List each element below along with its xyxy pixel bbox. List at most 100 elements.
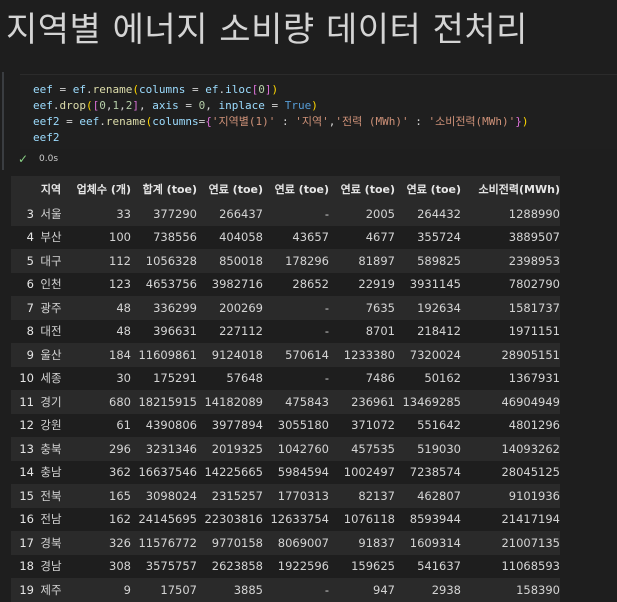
table-row: 16 전남 162 24145695 22303816 12633754 1076118 85… (11, 507, 560, 531)
value-cell: 21417194 (501, 512, 560, 527)
table-row: 5 대구 112 1056328 850018 178296 81897 589825 2398… (11, 249, 560, 273)
region-cell: 충남 (40, 465, 62, 480)
row-index: 15 (11, 484, 34, 508)
value-cell: 159625 (351, 559, 395, 574)
value-cell: 8701 (365, 324, 395, 339)
value-cell: 8593944 (409, 512, 461, 527)
table-row: 9 울산 184 11609861 9124018 570614 1233380 732002… (11, 343, 560, 367)
row-index: 3 (11, 202, 34, 226)
value-cell: 61 (116, 418, 131, 433)
column-header: 연료 (toe) (395, 176, 461, 202)
value-cell: 24145695 (138, 512, 197, 527)
table-row: 11 경기 680 18215915 14182089 475843 236961 13469… (11, 390, 560, 414)
value-cell: 3889507 (508, 230, 560, 245)
value-cell: 100 (109, 230, 131, 245)
value-cell: 91837 (329, 531, 395, 555)
value-cell: 2398953 (461, 249, 560, 273)
value-cell: 184 (68, 343, 131, 367)
value-cell: 14093262 (461, 437, 560, 461)
value-cell: 947 (329, 578, 395, 602)
value-cell: 7486 (365, 371, 395, 386)
value-cell: 3982716 (211, 277, 263, 292)
value-cell: 308 (109, 559, 131, 574)
value-cell: 18215915 (131, 390, 197, 414)
value-cell: 218412 (417, 324, 461, 339)
column-header: 연료 (toe) (329, 176, 395, 202)
value-cell: 1922596 (277, 559, 329, 574)
row-index: 16 (11, 507, 34, 531)
dataframe-output: 지역 업체수 (개) 합계 (toe) 연료 (toe) 연료 (toe) 연료… (11, 176, 560, 602)
value-cell: 8069007 (263, 531, 329, 555)
value-cell: 2623858 (211, 559, 263, 574)
region-cell: 대전 (40, 324, 62, 339)
value-cell: 3231346 (131, 437, 197, 461)
value-cell: 158390 (461, 578, 560, 602)
value-cell: 17507 (131, 578, 197, 602)
value-cell: 57648 (226, 371, 263, 386)
table-row: 14 충남 362 16637546 14225665 5984594 1002497 723… (11, 460, 560, 484)
code-line-2[interactable]: eef.drop([0,1,2], axis = 0, inplace = Tr… (33, 98, 318, 114)
value-cell: 4653756 (145, 277, 197, 292)
code-line-4[interactable]: eef2 (33, 130, 60, 146)
row-index: 9 (11, 343, 34, 367)
row-index: 11 (11, 390, 34, 414)
region-cell: 제주 (34, 578, 68, 602)
value-cell: 462807 (395, 484, 461, 508)
table-row: 13 충북 296 3231346 2019325 1042760 457535 519030… (11, 437, 560, 461)
region-cell: 대구 (34, 249, 68, 273)
value-cell: 1076118 (343, 512, 395, 527)
table-row: 3 서울 33 377290 266437-2005 264432 1288990 (11, 202, 560, 226)
value-cell: 3885 (197, 578, 263, 602)
value-cell: 7802790 (508, 277, 560, 292)
value-cell: 396631 (153, 324, 197, 339)
value-cell: 200269 (197, 296, 263, 320)
value-cell: 13469285 (395, 390, 461, 414)
value-cell: 48 (116, 324, 131, 339)
row-index: 19 (11, 578, 34, 602)
value-cell: 570614 (263, 343, 329, 367)
value-cell: 50162 (424, 371, 461, 386)
region-cell: 충북 (34, 437, 68, 461)
code-editor[interactable]: eef = ef.rename(columns = ef.iloc[0]) ee… (20, 74, 617, 149)
value-cell: 1367931 (508, 371, 560, 386)
check-icon: ✓ (18, 152, 29, 166)
value-cell: - (263, 578, 329, 602)
page-title: 지역별 에너지 소비량 데이터 전처리 (6, 10, 528, 50)
region-cell: 강원 (40, 418, 62, 433)
table-row: 10 세종 30 175291 57648 - 7486 50162 1367931 (11, 366, 560, 390)
value-cell: 12633754 (270, 512, 329, 527)
value-cell: 48 (68, 296, 131, 320)
row-index: 4 (11, 225, 34, 249)
region-cell: 전북 (34, 484, 68, 508)
notebook-cell[interactable]: eef = ef.rename(columns = ef.iloc[0]) ee… (0, 72, 617, 170)
region-cell: 인천 (40, 277, 62, 292)
table-row: 15 전북 165 3098024 2315257 1770313 82137 462807 9… (11, 484, 560, 508)
value-cell: 1042760 (263, 437, 329, 461)
value-cell: 850018 (197, 249, 263, 273)
region-cell: 부산 (40, 230, 62, 245)
value-cell: 3977894 (211, 418, 263, 433)
value-cell: 1233380 (329, 343, 395, 367)
value-cell: 4801296 (508, 418, 560, 433)
value-cell: 2019325 (197, 437, 263, 461)
value-cell: 9101936 (461, 484, 560, 508)
value-cell: 9124018 (197, 343, 263, 367)
code-line-3[interactable]: eef2 = eef.rename(columns={'지역별(1)' : '지… (33, 114, 529, 130)
value-cell: 9 (68, 578, 131, 602)
value-cell: 175291 (153, 371, 197, 386)
value-cell: 1288990 (461, 202, 560, 226)
value-cell: - (324, 324, 329, 339)
value-cell: 28045125 (501, 465, 560, 480)
column-header: 지역 (34, 176, 68, 202)
column-header: 연료 (toe) (197, 176, 263, 202)
code-line-1[interactable]: eef = ef.rename(columns = ef.iloc[0]) (33, 82, 278, 98)
value-cell: 7238574 (409, 465, 461, 480)
table-row: 4 부산 100 738556 404058 43657 4677 355724 3889507 (11, 225, 560, 249)
cell-focus-bar (2, 72, 4, 170)
column-header: 업체수 (개) (68, 176, 131, 202)
value-cell: 22303816 (204, 512, 263, 527)
value-cell: 28652 (292, 277, 329, 292)
value-cell: 4677 (365, 230, 395, 245)
row-index: 17 (11, 531, 34, 555)
value-cell: 21007135 (461, 531, 560, 555)
